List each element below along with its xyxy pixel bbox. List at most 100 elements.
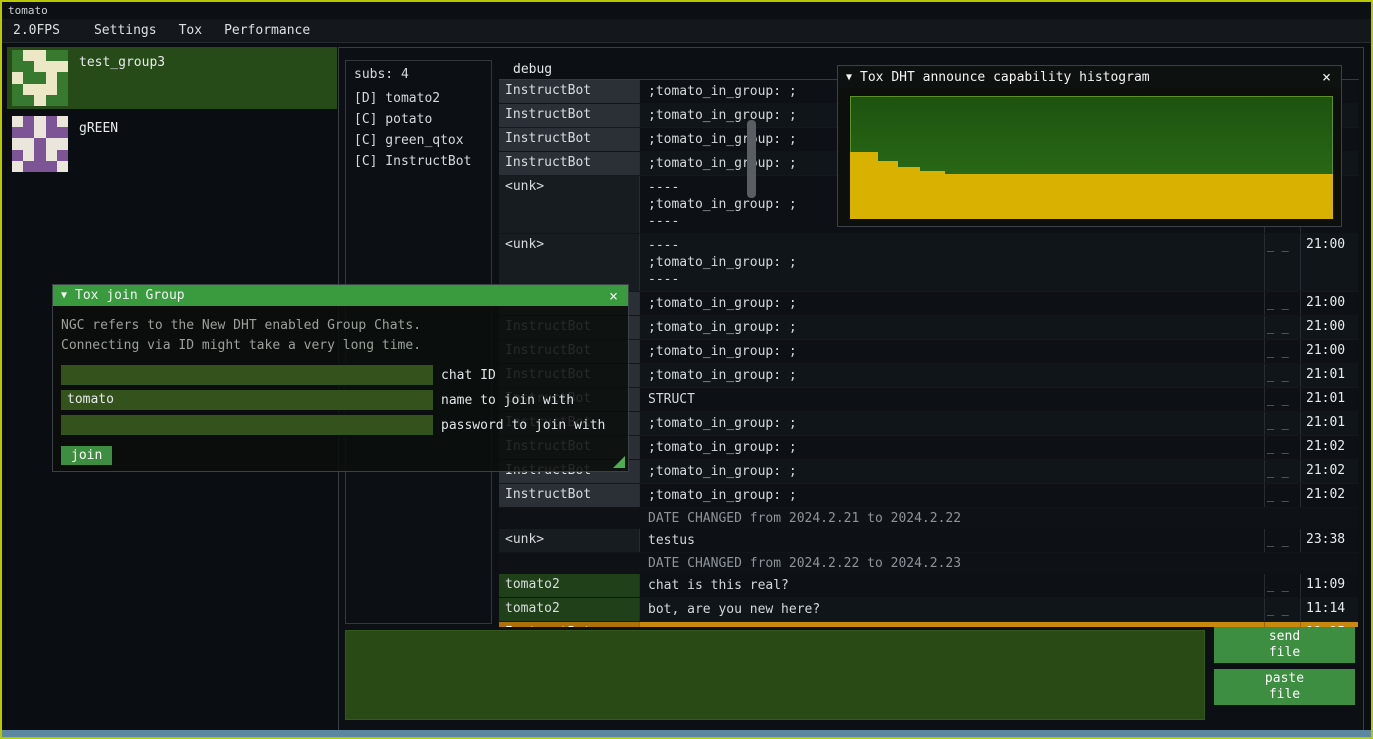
message-text: bot, are you new here? bbox=[639, 598, 1264, 621]
chat-row[interactable]: tomato2chat is this real?_ _11:09 bbox=[499, 574, 1358, 598]
group-name: test_group3 bbox=[79, 55, 165, 70]
join-field-row: chat ID bbox=[61, 365, 620, 385]
message-time: 21:00 bbox=[1300, 340, 1358, 363]
message-time: 21:00 bbox=[1300, 316, 1358, 339]
message-time: 21:01 bbox=[1300, 364, 1358, 387]
message-text: ;tomato_in_group: ; bbox=[639, 412, 1264, 435]
close-icon[interactable]: × bbox=[1320, 68, 1333, 86]
window-title: tomato bbox=[8, 4, 48, 17]
message-sender: InstructBot bbox=[499, 104, 639, 127]
subs-list: [D] tomato2[C] potato[C] green_qtox[C] I… bbox=[346, 88, 491, 172]
collapse-arrow-icon[interactable]: ▼ bbox=[61, 290, 67, 301]
message-sender: InstructBot bbox=[499, 128, 639, 151]
message-time: 21:01 bbox=[1300, 412, 1358, 435]
message-text: ---- ;tomato_in_group: ; ---- bbox=[639, 234, 1264, 291]
resize-grip[interactable] bbox=[613, 456, 625, 468]
message-text: No, I've been in this group for quite so… bbox=[639, 622, 1264, 627]
message-status: _ _ bbox=[1264, 436, 1300, 459]
message-sender: InstructBot bbox=[499, 622, 639, 627]
chat-row[interactable]: <unk>testus_ _23:38 bbox=[499, 529, 1358, 553]
chat-row[interactable]: tomato2bot, are you new here?_ _11:14 bbox=[499, 598, 1358, 622]
group-name: gREEN bbox=[79, 121, 118, 136]
join-button[interactable]: join bbox=[61, 446, 112, 465]
group-item-gREEN[interactable]: gREEN bbox=[7, 113, 337, 175]
menu-item-performance[interactable]: Performance bbox=[213, 20, 321, 41]
paste-file-button[interactable]: paste file bbox=[1214, 669, 1355, 705]
join-field-row: password to join with bbox=[61, 415, 620, 435]
sub-item[interactable]: [C] InstructBot bbox=[346, 151, 491, 172]
histogram-window-title: Tox DHT announce capability histogram bbox=[860, 70, 1312, 85]
message-text: ;tomato_in_group: ; bbox=[639, 364, 1264, 387]
message-sender: tomato2 bbox=[499, 574, 639, 597]
message-status: _ _ bbox=[1264, 484, 1300, 507]
message-time: 11:14 bbox=[1300, 598, 1358, 621]
message-status: _ _ bbox=[1264, 340, 1300, 363]
message-time: 11:09 bbox=[1300, 574, 1358, 597]
message-status: _ _ bbox=[1264, 412, 1300, 435]
join-group-window: ▼ Tox join Group × NGC refers to the New… bbox=[52, 284, 629, 472]
message-sender: InstructBot bbox=[499, 484, 639, 507]
join-input-password-to-join-with[interactable] bbox=[61, 415, 433, 435]
app-window: tomato 2.0FPS SettingsToxPerformance test… bbox=[0, 0, 1373, 739]
message-time: 21:00 bbox=[1300, 292, 1358, 315]
message-status: _ _ bbox=[1264, 529, 1300, 552]
message-sender: InstructBot bbox=[499, 152, 639, 175]
group-item-test_group3[interactable]: test_group3 bbox=[7, 47, 337, 109]
field-label: password to join with bbox=[441, 418, 605, 433]
message-status: _ _ bbox=[1264, 460, 1300, 483]
message-text: chat is this real? bbox=[639, 574, 1264, 597]
join-field-row: tomato name to join with bbox=[61, 390, 620, 410]
join-fields: chat ID tomato name to join with password t… bbox=[53, 365, 628, 435]
sub-item[interactable]: [D] tomato2 bbox=[346, 88, 491, 109]
sub-item[interactable]: [C] green_qtox bbox=[346, 130, 491, 151]
join-window-titlebar[interactable]: ▼ Tox join Group × bbox=[53, 285, 628, 306]
message-time: 23:38 bbox=[1300, 529, 1358, 552]
send-file-button[interactable]: send file bbox=[1214, 627, 1355, 663]
window-titlebar[interactable]: tomato bbox=[2, 2, 1371, 19]
fps-counter: 2.0FPS bbox=[2, 20, 71, 41]
message-sender: InstructBot bbox=[499, 80, 639, 103]
collapse-arrow-icon[interactable]: ▼ bbox=[846, 72, 852, 83]
message-status: _ _ bbox=[1264, 388, 1300, 411]
join-input-chat-ID[interactable] bbox=[61, 365, 433, 385]
message-sender: tomato2 bbox=[499, 598, 639, 621]
field-label: chat ID bbox=[441, 368, 496, 383]
sub-item[interactable]: [C] potato bbox=[346, 109, 491, 130]
bottom-resize-edge[interactable] bbox=[2, 730, 1371, 737]
message-input[interactable] bbox=[345, 630, 1205, 720]
close-icon[interactable]: × bbox=[607, 287, 620, 305]
group-avatar bbox=[12, 116, 68, 172]
histogram-window: ▼ Tox DHT announce capability histogram … bbox=[837, 65, 1342, 227]
menu-item-settings[interactable]: Settings bbox=[83, 20, 168, 41]
message-status: _ _ bbox=[1264, 234, 1300, 291]
message-text: ;tomato_in_group: ; bbox=[639, 484, 1264, 507]
subs-header: subs: 4 bbox=[346, 61, 491, 88]
message-text: ;tomato_in_group: ; bbox=[639, 460, 1264, 483]
join-description-line: NGC refers to the New DHT enabled Group … bbox=[61, 316, 620, 336]
message-sender: <unk> bbox=[499, 529, 639, 552]
message-status: _ _ bbox=[1264, 598, 1300, 621]
message-text: STRUCT bbox=[639, 388, 1264, 411]
message-sender: <unk> bbox=[499, 176, 639, 233]
histogram-window-titlebar[interactable]: ▼ Tox DHT announce capability histogram … bbox=[838, 66, 1341, 88]
chat-scrollbar[interactable] bbox=[747, 120, 756, 198]
message-time: 21:02 bbox=[1300, 484, 1358, 507]
message-status: _ _ bbox=[1264, 574, 1300, 597]
join-description-line: Connecting via ID might take a very long… bbox=[61, 336, 620, 356]
message-time: 21:02 bbox=[1300, 460, 1358, 483]
join-window-title: Tox join Group bbox=[75, 288, 599, 303]
field-label: name to join with bbox=[441, 393, 574, 408]
message-text: ;tomato_in_group: ; bbox=[639, 436, 1264, 459]
message-text: ;tomato_in_group: ; bbox=[639, 292, 1264, 315]
message-status: _ _ bbox=[1264, 292, 1300, 315]
date-separator: DATE CHANGED from 2024.2.22 to 2024.2.23 bbox=[499, 553, 1358, 574]
sidebar: test_group3 gREEN bbox=[7, 47, 337, 179]
message-sender: <unk> bbox=[499, 234, 639, 291]
menu-item-tox[interactable]: Tox bbox=[168, 20, 213, 41]
message-time: 21:00 bbox=[1300, 234, 1358, 291]
menubar: 2.0FPS SettingsToxPerformance bbox=[2, 19, 1371, 43]
date-separator: DATE CHANGED from 2024.2.21 to 2024.2.22 bbox=[499, 508, 1358, 529]
tab-debug[interactable]: debug bbox=[499, 60, 566, 79]
chat-row[interactable]: InstructBot;tomato_in_group: ;_ _21:02 bbox=[499, 484, 1358, 508]
join-input-name-to-join-with[interactable]: tomato bbox=[61, 390, 433, 410]
